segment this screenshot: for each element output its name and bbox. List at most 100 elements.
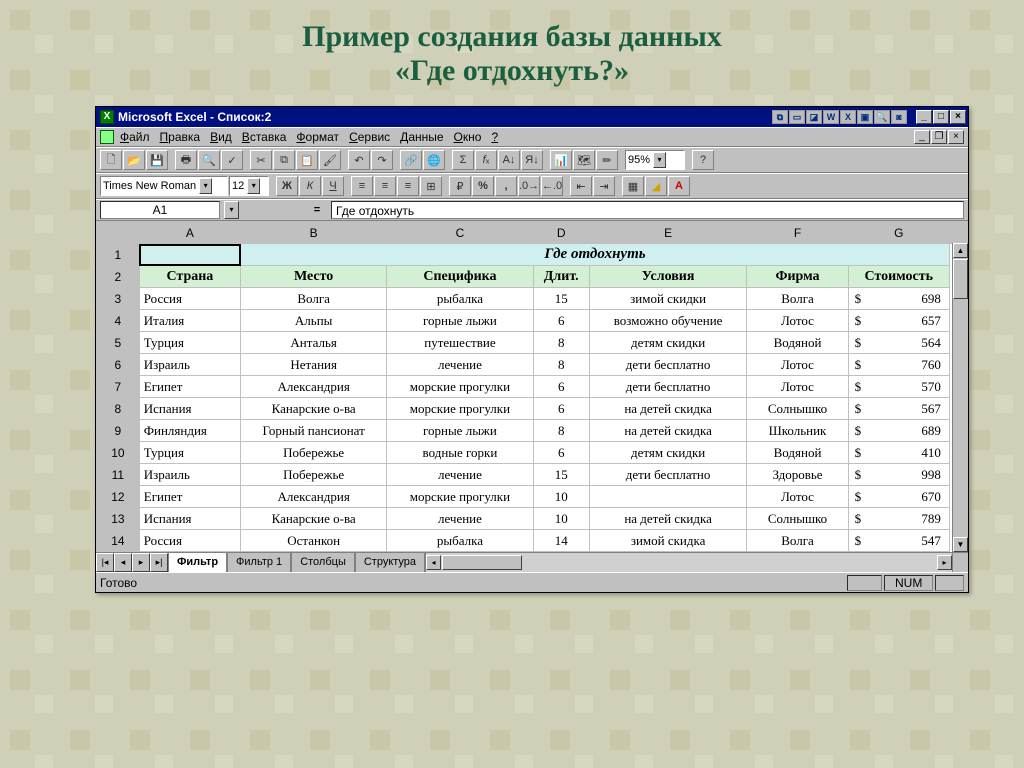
tab-prev-button[interactable]: ◂	[114, 553, 132, 572]
table-cell[interactable]: лечение	[387, 508, 533, 530]
table-title[interactable]: Где отдохнуть	[241, 244, 950, 266]
table-cell[interactable]: дети бесплатно	[589, 464, 747, 486]
cell-selected[interactable]	[139, 244, 240, 266]
table-cell[interactable]: 8	[533, 420, 589, 442]
table-cell[interactable]: Канарские о-ва	[241, 508, 387, 530]
help-icon[interactable]: ?	[692, 150, 714, 170]
row-header[interactable]: 4	[97, 310, 140, 332]
cost-cell[interactable]: 410	[848, 442, 949, 464]
undo-icon[interactable]: ↶	[348, 150, 370, 170]
tray-icon[interactable]: 🔍	[874, 110, 890, 124]
row-header[interactable]: 2	[97, 266, 140, 288]
table-cell[interactable]: 14	[533, 530, 589, 552]
table-cell[interactable]: Здоровье	[747, 464, 848, 486]
table-cell[interactable]: 6	[533, 398, 589, 420]
col-header[interactable]: F	[747, 222, 848, 244]
tray-icon[interactable]: ▣	[857, 110, 873, 124]
merge-center-icon[interactable]: ⊞	[420, 176, 442, 196]
table-cell[interactable]: Финляндия	[139, 420, 240, 442]
table-cell[interactable]: морские прогулки	[387, 486, 533, 508]
close-button[interactable]: ×	[950, 110, 966, 124]
cost-cell[interactable]: 689	[848, 420, 949, 442]
font-name-combo[interactable]: Times New Roman▾	[100, 176, 228, 196]
italic-icon[interactable]: К	[299, 176, 321, 196]
sheet-tab[interactable]: Столбцы	[291, 553, 355, 572]
doc-minimize-button[interactable]: _	[914, 130, 930, 144]
table-cell[interactable]: Россия	[139, 530, 240, 552]
menu-item[interactable]: ?	[491, 130, 498, 144]
cost-cell[interactable]: 564	[848, 332, 949, 354]
column-header-cell[interactable]: Условия	[589, 266, 747, 288]
table-cell[interactable]: водные горки	[387, 442, 533, 464]
table-cell[interactable]: Солнышко	[747, 398, 848, 420]
table-cell[interactable]: 6	[533, 376, 589, 398]
col-header[interactable]: G	[848, 222, 949, 244]
table-cell[interactable]: Египет	[139, 376, 240, 398]
tray-icon[interactable]: W	[823, 110, 839, 124]
tray-icon[interactable]: X	[840, 110, 856, 124]
new-icon[interactable]: 🗋	[100, 150, 122, 170]
cost-cell[interactable]: 760	[848, 354, 949, 376]
tray-icon[interactable]: ▭	[789, 110, 805, 124]
decrease-decimal-icon[interactable]: ←.0	[541, 176, 563, 196]
table-cell[interactable]: Израиль	[139, 464, 240, 486]
save-icon[interactable]: 💾	[146, 150, 168, 170]
sort-asc-icon[interactable]: A↓	[498, 150, 520, 170]
menu-item[interactable]: Вид	[210, 130, 232, 144]
row-header[interactable]: 12	[97, 486, 140, 508]
col-header[interactable]: C	[387, 222, 533, 244]
column-header-cell[interactable]: Длит.	[533, 266, 589, 288]
align-center-icon[interactable]: ≡	[374, 176, 396, 196]
col-header[interactable]: E	[589, 222, 747, 244]
table-cell[interactable]: Водяной	[747, 332, 848, 354]
table-cell[interactable]: Александрия	[241, 486, 387, 508]
row-header[interactable]: 10	[97, 442, 140, 464]
table-cell[interactable]: 6	[533, 310, 589, 332]
row-header[interactable]: 8	[97, 398, 140, 420]
table-cell[interactable]: Россия	[139, 288, 240, 310]
menu-item[interactable]: Сервис	[349, 130, 390, 144]
table-cell[interactable]: Египет	[139, 486, 240, 508]
menu-item[interactable]: Вставка	[242, 130, 287, 144]
sheet-tab[interactable]: Структура	[355, 553, 425, 572]
row-header[interactable]: 13	[97, 508, 140, 530]
table-cell[interactable]: горные лыжи	[387, 420, 533, 442]
tab-first-button[interactable]: |◂	[96, 553, 114, 572]
sort-desc-icon[interactable]: Я↓	[521, 150, 543, 170]
copy-icon[interactable]: ⧉	[273, 150, 295, 170]
tab-last-button[interactable]: ▸|	[150, 553, 168, 572]
zoom-combo[interactable]: 95%▾	[625, 150, 685, 170]
font-color-icon[interactable]: A	[668, 176, 690, 196]
select-all-corner[interactable]	[97, 222, 140, 244]
row-header[interactable]: 1	[97, 244, 140, 266]
col-header[interactable]: A	[139, 222, 240, 244]
row-header[interactable]: 7	[97, 376, 140, 398]
chart-wizard-icon[interactable]: 📊	[550, 150, 572, 170]
horizontal-scrollbar[interactable]: ◂ ▸	[425, 553, 952, 572]
maximize-button[interactable]: □	[933, 110, 949, 124]
table-cell[interactable]: 10	[533, 508, 589, 530]
autosum-icon[interactable]: Σ	[452, 150, 474, 170]
table-cell[interactable]: Анталья	[241, 332, 387, 354]
table-cell[interactable]: Турция	[139, 442, 240, 464]
tab-next-button[interactable]: ▸	[132, 553, 150, 572]
table-cell[interactable]: Волга	[747, 530, 848, 552]
scroll-right-button[interactable]: ▸	[937, 555, 952, 570]
sheet-tab[interactable]: Фильтр	[168, 553, 227, 572]
menu-item[interactable]: Данные	[400, 130, 443, 144]
table-cell[interactable]: на детей скидка	[589, 508, 747, 530]
scroll-thumb[interactable]	[953, 259, 968, 299]
column-header-cell[interactable]: Место	[241, 266, 387, 288]
format-painter-icon[interactable]: 🖌	[319, 150, 341, 170]
table-cell[interactable]: 15	[533, 464, 589, 486]
cost-cell[interactable]: 567	[848, 398, 949, 420]
web-icon[interactable]: 🌐	[423, 150, 445, 170]
vertical-scrollbar[interactable]: ▲ ▼	[952, 243, 968, 552]
row-header[interactable]: 9	[97, 420, 140, 442]
scroll-down-button[interactable]: ▼	[953, 537, 968, 552]
decrease-indent-icon[interactable]: ⇤	[570, 176, 592, 196]
table-cell[interactable]: 15	[533, 288, 589, 310]
table-cell[interactable]: зимой скидка	[589, 530, 747, 552]
menu-item[interactable]: Окно	[454, 130, 482, 144]
table-cell[interactable]: лечение	[387, 354, 533, 376]
